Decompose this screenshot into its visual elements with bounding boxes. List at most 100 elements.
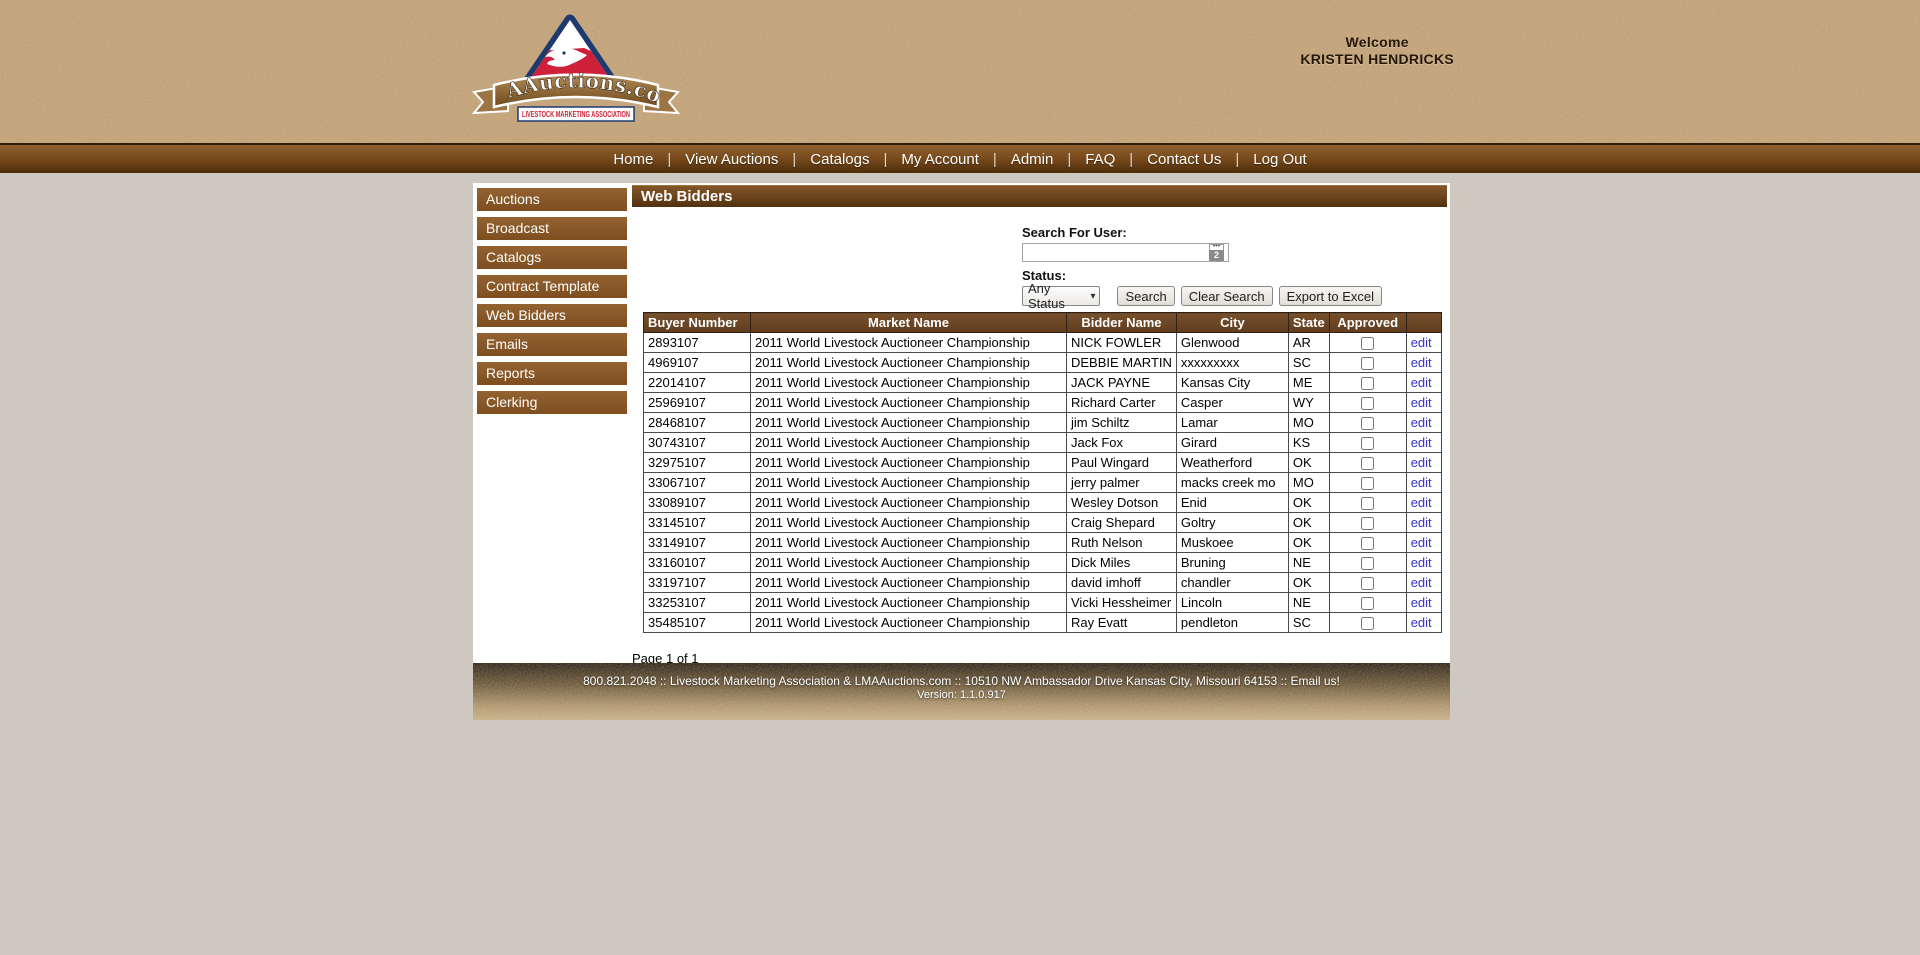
- market-name-cell: 2011 World Livestock Auctioneer Champion…: [750, 592, 1067, 613]
- market-name-cell: 2011 World Livestock Auctioneer Champion…: [750, 352, 1067, 373]
- edit-link[interactable]: edit: [1411, 555, 1432, 570]
- nav-item[interactable]: View Auctions: [685, 151, 810, 168]
- nav-item[interactable]: Catalogs: [810, 151, 901, 168]
- sidebar-item[interactable]: Emails: [477, 333, 627, 356]
- market-name-cell: 2011 World Livestock Auctioneer Champion…: [750, 452, 1067, 473]
- table-row: 32975107 2011 World Livestock Auctioneer…: [643, 452, 1442, 473]
- autofill-icon[interactable]: ••• 2: [1209, 244, 1224, 261]
- sidebar-item[interactable]: Catalogs: [477, 246, 627, 269]
- approved-checkbox[interactable]: [1361, 437, 1375, 451]
- state-cell: NE: [1287, 592, 1330, 613]
- nav-item[interactable]: FAQ: [1085, 151, 1147, 168]
- welcome-label: Welcome: [1345, 34, 1409, 50]
- table-header-row: Buyer Number Market Name Bidder Name Cit…: [643, 312, 1442, 333]
- logo-tagline-text: LIVESTOCK MARKETING ASSOCIATION: [522, 110, 630, 119]
- approved-checkbox[interactable]: [1361, 557, 1375, 571]
- footer-contact-text: 800.821.2048 :: Livestock Marketing Asso…: [583, 674, 1291, 688]
- header-buyer-number: Buyer Number: [643, 312, 751, 333]
- edit-link[interactable]: edit: [1411, 395, 1432, 410]
- edit-link[interactable]: edit: [1411, 515, 1432, 530]
- market-name-cell: 2011 World Livestock Auctioneer Champion…: [750, 612, 1067, 633]
- nav-item[interactable]: Contact Us: [1147, 151, 1253, 168]
- nav-item[interactable]: Home: [613, 151, 685, 168]
- market-name-cell: 2011 World Livestock Auctioneer Champion…: [750, 332, 1067, 353]
- search-button[interactable]: Search: [1117, 286, 1175, 306]
- state-cell: OK: [1287, 492, 1330, 513]
- city-cell: chandler: [1175, 572, 1289, 593]
- bidder-name-cell: Paul Wingard: [1066, 452, 1177, 473]
- edit-link[interactable]: edit: [1411, 495, 1432, 510]
- edit-link[interactable]: edit: [1411, 535, 1432, 550]
- chevron-down-icon: ▾: [1090, 290, 1096, 302]
- sidebar-item[interactable]: Web Bidders: [477, 304, 627, 327]
- edit-link[interactable]: edit: [1411, 455, 1432, 470]
- table-row: 22014107 2011 World Livestock Auctioneer…: [643, 372, 1442, 393]
- sidebar-item[interactable]: Broadcast: [477, 217, 627, 240]
- edit-link[interactable]: edit: [1411, 475, 1432, 490]
- sidebar-item[interactable]: Reports: [477, 362, 627, 385]
- approved-checkbox[interactable]: [1361, 377, 1375, 391]
- state-cell: OK: [1287, 452, 1330, 473]
- approved-checkbox[interactable]: [1361, 477, 1375, 491]
- edit-link[interactable]: edit: [1411, 595, 1432, 610]
- status-select[interactable]: Any Status ▾: [1022, 281, 1101, 311]
- nav-item[interactable]: Log Out: [1253, 151, 1306, 168]
- footer-version: Version: 1.1.0.917: [917, 689, 1006, 701]
- buyer-number-cell: 22014107: [643, 372, 751, 393]
- market-name-cell: 2011 World Livestock Auctioneer Champion…: [750, 552, 1067, 573]
- search-user-input[interactable]: [1022, 243, 1229, 262]
- market-name-cell: 2011 World Livestock Auctioneer Champion…: [750, 472, 1067, 493]
- sidebar: Auctions Broadcast Catalogs Contract Tem…: [477, 188, 627, 420]
- table-row: 28468107 2011 World Livestock Auctioneer…: [643, 412, 1442, 433]
- sidebar-item[interactable]: Clerking: [477, 391, 627, 414]
- nav-item[interactable]: My Account: [901, 151, 1010, 168]
- edit-link[interactable]: edit: [1411, 335, 1432, 350]
- bidder-name-cell: Wesley Dotson: [1066, 492, 1177, 513]
- state-cell: ME: [1287, 372, 1330, 393]
- welcome-block: Welcome KRISTEN HENDRICKS: [1300, 34, 1454, 68]
- export-to-excel-button[interactable]: Export to Excel: [1278, 286, 1382, 306]
- city-cell: macks creek mo: [1175, 472, 1289, 493]
- market-name-cell: 2011 World Livestock Auctioneer Champion…: [750, 412, 1067, 433]
- email-us-link[interactable]: Email us!: [1291, 674, 1340, 688]
- bidder-name-cell: Jack Fox: [1066, 432, 1177, 453]
- header-state: State: [1287, 312, 1330, 333]
- search-user-label: Search For User:: [1022, 225, 1127, 240]
- approved-checkbox[interactable]: [1361, 537, 1375, 551]
- edit-link[interactable]: edit: [1411, 375, 1432, 390]
- edit-link[interactable]: edit: [1411, 435, 1432, 450]
- edit-link[interactable]: edit: [1411, 415, 1432, 430]
- approved-checkbox[interactable]: [1361, 597, 1375, 611]
- city-cell: Enid: [1175, 492, 1289, 513]
- approved-checkbox[interactable]: [1361, 497, 1375, 511]
- sidebar-item[interactable]: Auctions: [477, 188, 627, 211]
- page-header: LMAAuctions.com LIVESTOCK MARKETING ASSO…: [0, 0, 1920, 143]
- buyer-number-cell: 2893107: [643, 332, 751, 353]
- sidebar-item[interactable]: Contract Template: [477, 275, 627, 298]
- edit-link[interactable]: edit: [1411, 615, 1432, 630]
- bidder-name-cell: JACK PAYNE: [1066, 372, 1177, 393]
- header-approved: Approved: [1328, 312, 1407, 333]
- buyer-number-cell: 33253107: [643, 592, 751, 613]
- status-select-value: Any Status: [1028, 281, 1065, 311]
- bidder-name-cell: Ruth Nelson: [1066, 532, 1177, 553]
- market-name-cell: 2011 World Livestock Auctioneer Champion…: [750, 572, 1067, 593]
- edit-link[interactable]: edit: [1411, 355, 1432, 370]
- clear-search-button[interactable]: Clear Search: [1180, 286, 1273, 306]
- nav-item[interactable]: Admin: [1011, 151, 1085, 168]
- table-row: 25969107 2011 World Livestock Auctioneer…: [643, 392, 1442, 413]
- approved-checkbox[interactable]: [1361, 357, 1375, 371]
- table-row: 4969107 2011 World Livestock Auctioneer …: [643, 352, 1442, 373]
- lma-logo[interactable]: LMAAuctions.com LIVESTOCK MARKETING ASSO…: [454, 0, 686, 131]
- approved-checkbox[interactable]: [1361, 517, 1375, 531]
- buyer-number-cell: 33067107: [643, 472, 751, 493]
- approved-checkbox[interactable]: [1361, 417, 1375, 431]
- header-bidder-name: Bidder Name: [1066, 312, 1177, 333]
- approved-checkbox[interactable]: [1361, 397, 1375, 411]
- edit-link[interactable]: edit: [1411, 575, 1432, 590]
- approved-checkbox[interactable]: [1361, 617, 1375, 631]
- approved-checkbox[interactable]: [1361, 337, 1375, 351]
- approved-checkbox[interactable]: [1361, 577, 1375, 591]
- city-cell: Muskoee: [1175, 532, 1289, 553]
- approved-checkbox[interactable]: [1361, 457, 1375, 471]
